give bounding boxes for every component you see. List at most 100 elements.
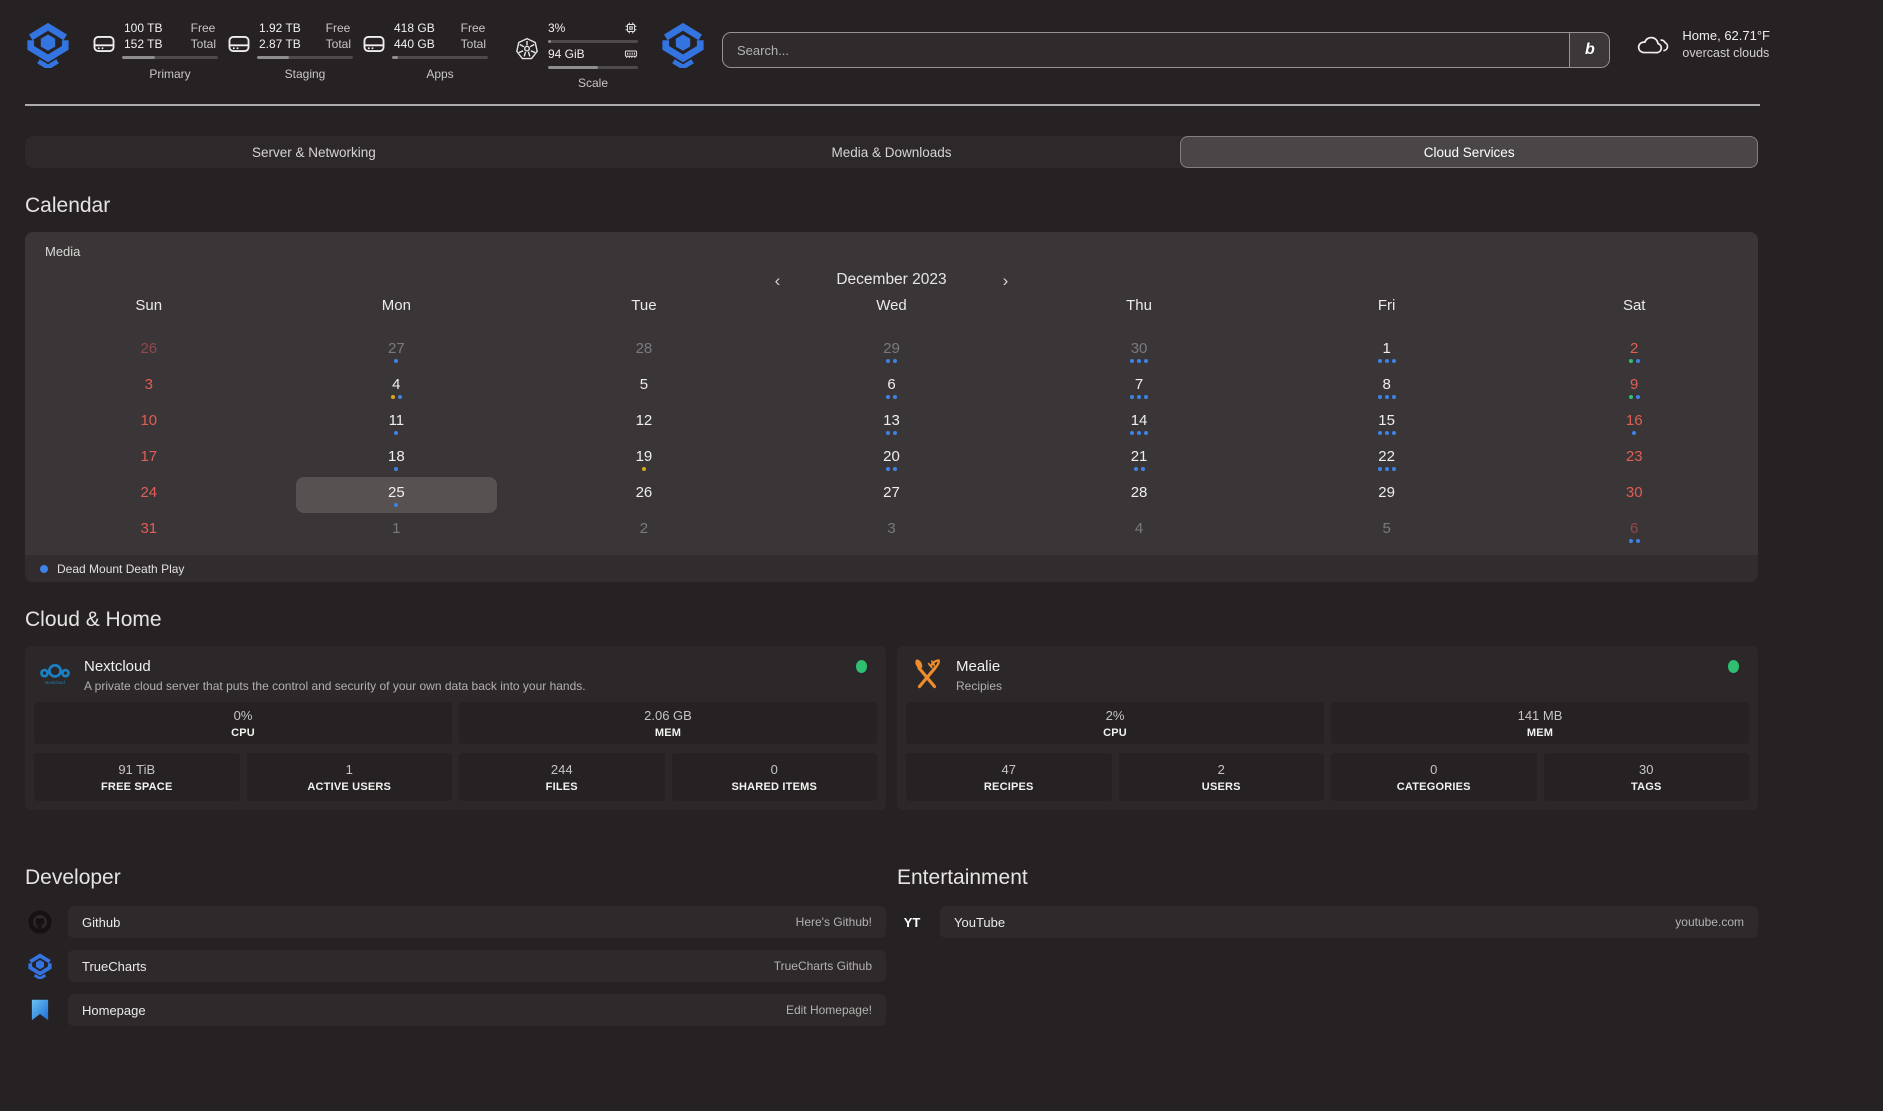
resource-total-value: 152 TB <box>124 36 162 52</box>
service-description: A private cloud server that puts the con… <box>84 679 586 693</box>
event-dots <box>1378 431 1396 435</box>
calendar-day-26[interactable]: 26 <box>520 477 768 513</box>
calendar-day-30[interactable]: 30 <box>1510 477 1758 513</box>
event-dots <box>886 431 897 435</box>
calendar-day-headers: SunMonTueWedThuFriSat <box>25 297 1758 325</box>
resource-usage-bar <box>257 56 353 59</box>
service-cards-row: Nextcloud Nextcloud A private cloud serv… <box>25 646 1758 810</box>
calendar-day-5[interactable]: 5 <box>520 369 768 405</box>
calendar-day-30-muted[interactable]: 30 <box>1015 333 1263 369</box>
search-provider-button[interactable]: b <box>1569 33 1609 67</box>
cloud-icon <box>1634 29 1672 59</box>
calendar-day-14[interactable]: 14 <box>1015 405 1263 441</box>
stat-cpu: 0%CPU <box>34 702 452 744</box>
tab-cloud-services[interactable]: Cloud Services <box>1180 136 1758 168</box>
search-input[interactable] <box>723 33 1569 67</box>
calendar-day-22[interactable]: 22 <box>1263 441 1511 477</box>
event-dots <box>1378 395 1396 399</box>
event-dots <box>886 359 897 363</box>
stat-active-users: 1ACTIVE USERS <box>247 753 453 801</box>
resource-free-value: 418 GB <box>394 20 435 36</box>
calendar-day-7[interactable]: 7 <box>1015 369 1263 405</box>
prev-month-button[interactable]: ‹ <box>775 272 781 289</box>
calendar-day-5-muted[interactable]: 5 <box>1263 513 1511 549</box>
next-month-button[interactable]: › <box>1003 272 1009 289</box>
event-dots <box>1629 395 1640 399</box>
stat-categories: 0CATEGORIES <box>1331 753 1537 801</box>
resource-widget-primary: 100 TB152 TB FreeTotal Primary <box>91 20 218 81</box>
calendar-day-10[interactable]: 10 <box>25 405 273 441</box>
event-dots <box>1134 467 1145 471</box>
calendar-day-23[interactable]: 23 <box>1510 441 1758 477</box>
github-icon <box>25 909 55 935</box>
day-header-fri: Fri <box>1263 297 1511 325</box>
calendar-day-2[interactable]: 2 <box>1510 333 1758 369</box>
calendar-day-12[interactable]: 12 <box>520 405 768 441</box>
kubernetes-icon <box>514 36 540 62</box>
calendar-day-3-muted[interactable]: 3 <box>768 513 1016 549</box>
calendar-day-25[interactable]: 25 <box>273 477 521 513</box>
event-dots <box>886 467 897 471</box>
day-header-wed: Wed <box>768 297 1016 325</box>
stat-shared-items: 0SHARED ITEMS <box>672 753 878 801</box>
scale-mem-bar <box>548 66 638 69</box>
resource-total-label: Total <box>461 36 486 52</box>
calendar-day-9[interactable]: 9 <box>1510 369 1758 405</box>
calendar-day-31[interactable]: 31 <box>25 513 273 549</box>
truecharts-logo-2 <box>660 22 706 68</box>
service-card-nextcloud[interactable]: Nextcloud Nextcloud A private cloud serv… <box>25 646 886 810</box>
calendar-day-29[interactable]: 29 <box>1263 477 1511 513</box>
disk-icon <box>91 31 117 57</box>
calendar-day-16[interactable]: 16 <box>1510 405 1758 441</box>
truecharts-icon <box>25 953 55 979</box>
event-dots <box>394 359 398 363</box>
calendar-day-8[interactable]: 8 <box>1263 369 1511 405</box>
event-dots <box>1130 395 1148 399</box>
scale-cpu-bar <box>548 40 638 43</box>
calendar-day-17[interactable]: 17 <box>25 441 273 477</box>
calendar-day-1[interactable]: 1 <box>1263 333 1511 369</box>
calendar-integration-label: Media <box>25 244 1758 259</box>
bookmark-link-github[interactable]: Github Here's Github! <box>68 906 886 938</box>
bookmark-link-youtube[interactable]: YouTube youtube.com <box>940 906 1758 938</box>
calendar-day-15[interactable]: 15 <box>1263 405 1511 441</box>
calendar-day-29-muted[interactable]: 29 <box>768 333 1016 369</box>
calendar-day-3[interactable]: 3 <box>25 369 273 405</box>
calendar-grid: 26 27 28 29 30 1 2 <box>25 333 1758 549</box>
cpu-icon <box>624 21 638 35</box>
calendar-day-6[interactable]: 6 <box>768 369 1016 405</box>
bookmark-truecharts: TrueCharts TrueCharts Github <box>25 950 886 982</box>
calendar-day-26-muted[interactable]: 26 <box>25 333 273 369</box>
calendar-day-11[interactable]: 11 <box>273 405 521 441</box>
calendar-day-6-muted[interactable]: 6 <box>1510 513 1758 549</box>
calendar-day-28-muted[interactable]: 28 <box>520 333 768 369</box>
event-dots <box>1130 359 1148 363</box>
event-dots <box>1629 539 1640 543</box>
calendar-day-21[interactable]: 21 <box>1015 441 1263 477</box>
calendar-day-27-muted[interactable]: 27 <box>273 333 521 369</box>
calendar-day-19[interactable]: 19 <box>520 441 768 477</box>
service-card-mealie[interactable]: Mealie Recipies 2%CPU141 MBMEM 47RECIPES… <box>897 646 1758 810</box>
calendar-day-1-muted[interactable]: 1 <box>273 513 521 549</box>
event-dots <box>1378 467 1396 471</box>
calendar-day-4[interactable]: 4 <box>273 369 521 405</box>
bookmark-link-truecharts[interactable]: TrueCharts TrueCharts Github <box>68 950 886 982</box>
calendar-day-24[interactable]: 24 <box>25 477 273 513</box>
resource-total-label: Total <box>326 36 351 52</box>
stat-recipes: 47RECIPES <box>906 753 1112 801</box>
search-bar: b <box>722 32 1610 68</box>
event-legend: Dead Mount Death Play <box>25 555 1758 582</box>
calendar-day-20[interactable]: 20 <box>768 441 1016 477</box>
tab-server-networking[interactable]: Server & Networking <box>25 136 603 168</box>
calendar-day-18[interactable]: 18 <box>273 441 521 477</box>
calendar-day-2-muted[interactable]: 2 <box>520 513 768 549</box>
bookmark-link-homepage[interactable]: Homepage Edit Homepage! <box>68 994 886 1026</box>
tab-media-downloads[interactable]: Media & Downloads <box>603 136 1181 168</box>
event-dot <box>40 565 48 573</box>
calendar-day-27[interactable]: 27 <box>768 477 1016 513</box>
calendar-day-4-muted[interactable]: 4 <box>1015 513 1263 549</box>
calendar-day-13[interactable]: 13 <box>768 405 1016 441</box>
event-dots <box>1629 359 1640 363</box>
calendar-day-28[interactable]: 28 <box>1015 477 1263 513</box>
resource-widget-label: Apps <box>392 67 488 81</box>
